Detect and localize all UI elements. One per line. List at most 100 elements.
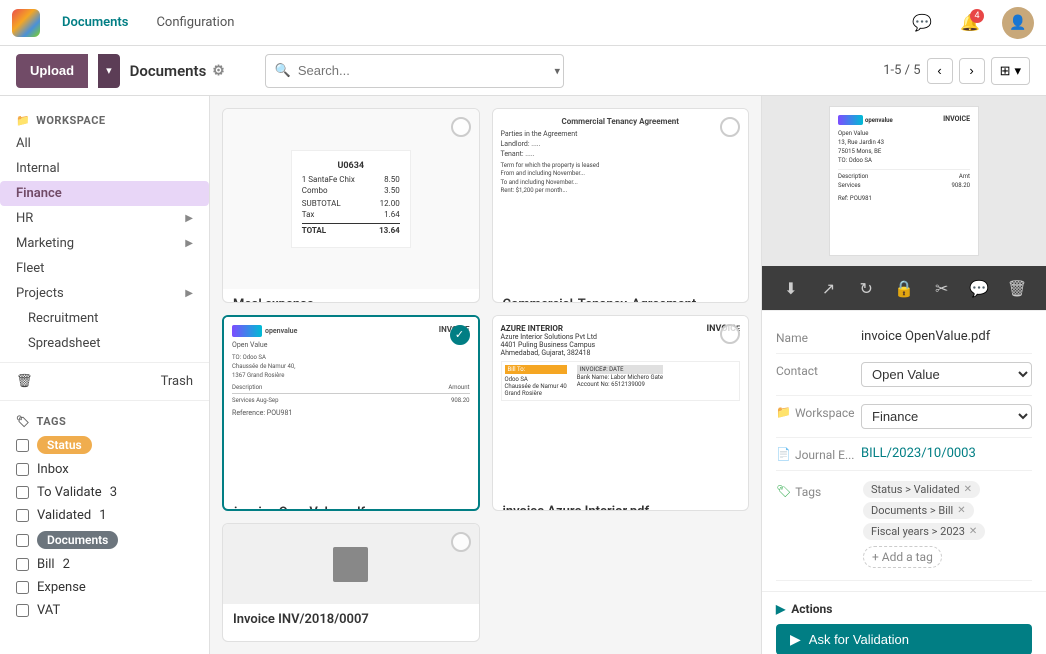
- expense-checkbox[interactable]: [16, 581, 29, 594]
- upload-button[interactable]: Upload: [16, 54, 88, 88]
- documents-tag-item[interactable]: Documents: [0, 527, 209, 553]
- inbox-label: Inbox: [37, 462, 69, 477]
- card1-checkbox[interactable]: [451, 117, 471, 137]
- journal-label: Journal E...: [795, 446, 855, 462]
- search-dropdown-icon[interactable]: ▾: [555, 64, 561, 77]
- app-logo[interactable]: [12, 9, 40, 37]
- doc-thumb-azure: AZURE INTERIOR Azure Interior Solutions …: [493, 316, 749, 496]
- tag-remove-2[interactable]: ✕: [969, 526, 977, 537]
- tag-remove-0[interactable]: ✕: [964, 484, 972, 495]
- tags-header: 🏷 TAGS: [0, 407, 209, 432]
- settings-gear-icon[interactable]: ⚙: [212, 63, 225, 79]
- card3-checkbox[interactable]: ✓: [450, 325, 470, 345]
- journal-row: 📄 Journal E... BILL/2023/10/0003: [776, 438, 1032, 471]
- inbox-checkbox[interactable]: [16, 463, 29, 476]
- validated-checkbox[interactable]: [16, 509, 29, 522]
- main-layout: 📁 WORKSPACE All Internal Finance HR ▶ Ma…: [0, 96, 1046, 654]
- status-checkbox[interactable]: [16, 439, 29, 452]
- tag-remove-1[interactable]: ✕: [957, 505, 965, 516]
- contact-select[interactable]: Open Value: [861, 362, 1032, 387]
- doc-card-tenancy[interactable]: Commercial Tenancy Agreement Parties in …: [492, 108, 750, 303]
- bill-count: 2: [63, 557, 70, 572]
- actions-section: ▶ Actions ▶ Ask for Validation ▶ Move To…: [762, 591, 1046, 654]
- card3-info: invoice OpenValue.pdf Journal Entry: BIL…: [224, 497, 478, 512]
- validated-label: Validated: [37, 508, 91, 523]
- chat-icon-btn[interactable]: 💬: [906, 7, 938, 39]
- vat-checkbox[interactable]: [16, 604, 29, 617]
- share-icon[interactable]: ↗: [815, 274, 843, 302]
- ask-validation-icon: ▶: [790, 631, 801, 648]
- view-toggle-button[interactable]: ⊞ ▾: [991, 57, 1030, 85]
- workspace-select[interactable]: Finance: [861, 404, 1032, 429]
- card1-info: Meal expense Expense ✉ ☆ 👤: [223, 289, 479, 303]
- sidebar-item-marketing[interactable]: Marketing ▶: [0, 231, 209, 256]
- bill-checkbox[interactable]: [16, 558, 29, 571]
- to-validate-tag-item[interactable]: To Validate 3: [0, 481, 209, 504]
- sidebar-item-all[interactable]: All: [0, 131, 209, 156]
- status-tag-item[interactable]: Status: [0, 432, 209, 458]
- inbox-tag-item[interactable]: Inbox: [0, 458, 209, 481]
- play-icon: ▶: [776, 602, 785, 616]
- validated-tag-item[interactable]: Validated 1: [0, 504, 209, 527]
- name-value: invoice OpenValue.pdf: [861, 329, 1032, 344]
- vat-tag-item[interactable]: VAT: [0, 599, 209, 622]
- add-tag-button[interactable]: + Add a tag: [863, 546, 942, 568]
- doc-card-meal-expense[interactable]: U0634 1 SantaFe Chix8.50 Combo3.50 SUBTO…: [222, 108, 480, 303]
- documents-badge: Documents: [37, 531, 118, 549]
- card4-checkbox[interactable]: [720, 324, 740, 344]
- marketing-arrow-icon: ▶: [185, 238, 193, 249]
- doc-card-openvalue[interactable]: openvalue INVOICE Open Value TO: Odoo SA…: [222, 315, 480, 512]
- download-icon[interactable]: ⬇: [777, 274, 805, 302]
- search-icon: 🔍: [275, 63, 291, 78]
- documents-checkbox[interactable]: [16, 534, 29, 547]
- content-area: U0634 1 SantaFe Chix8.50 Combo3.50 SUBTO…: [210, 96, 761, 654]
- sidebar-item-hr[interactable]: HR ▶: [0, 206, 209, 231]
- journal-value[interactable]: BILL/2023/10/0003: [861, 446, 1032, 461]
- doc-thumb-tenancy: Commercial Tenancy Agreement Parties in …: [493, 109, 749, 289]
- to-validate-count: 3: [110, 485, 117, 500]
- doc-thumb-openvalue: openvalue INVOICE Open Value TO: Odoo SA…: [224, 317, 478, 497]
- sidebar-item-trash[interactable]: 🗑 Trash: [0, 369, 209, 394]
- card4-info: invoice Azure Interior.pdf To Validate 🕐…: [493, 496, 749, 512]
- comment-icon[interactable]: 💬: [965, 274, 993, 302]
- expense-label: Expense: [37, 580, 86, 595]
- sidebar-item-fleet[interactable]: Fleet: [0, 256, 209, 281]
- projects-arrow-icon: ▶: [185, 288, 193, 299]
- sidebar-item-spreadsheet[interactable]: Spreadsheet: [0, 331, 209, 356]
- contact-row: Contact Open Value: [776, 354, 1032, 396]
- sidebar-item-finance[interactable]: Finance: [0, 181, 209, 206]
- sidebar-item-projects[interactable]: Projects ▶: [0, 281, 209, 306]
- delete-icon[interactable]: 🗑: [1003, 274, 1031, 302]
- card1-title: Meal expense: [233, 297, 469, 303]
- card2-info: Commercial-Tenancy-Agreement... To Valid…: [493, 289, 749, 303]
- user-avatar[interactable]: 👤: [1002, 7, 1034, 39]
- next-page-button[interactable]: ›: [959, 58, 985, 84]
- upload-arrow-button[interactable]: ▾: [98, 54, 120, 88]
- tags-wrap: Status > Validated ✕ Documents > Bill ✕ …: [861, 479, 1032, 572]
- workspace-header: 📁 WORKSPACE: [0, 106, 209, 131]
- nav-configuration[interactable]: Configuration: [150, 11, 240, 34]
- replace-icon[interactable]: ↻: [852, 274, 880, 302]
- expense-tag-item[interactable]: Expense: [0, 576, 209, 599]
- bill-tag-item[interactable]: Bill 2: [0, 553, 209, 576]
- ask-for-validation-button[interactable]: ▶ Ask for Validation: [776, 624, 1032, 654]
- grid-view-icon: ⊞: [1000, 63, 1011, 79]
- activity-icon-btn[interactable]: 🔔 4: [954, 7, 986, 39]
- doc-thumb-inv2018: [223, 524, 479, 604]
- lock-icon[interactable]: 🔒: [890, 274, 918, 302]
- search-input[interactable]: [265, 54, 564, 88]
- status-badge: Status: [37, 436, 92, 454]
- card5-checkbox[interactable]: [451, 532, 471, 552]
- prev-page-button[interactable]: ‹: [927, 58, 953, 84]
- sidebar: 📁 WORKSPACE All Internal Finance HR ▶ Ma…: [0, 96, 210, 654]
- journal-doc-icon: 📄: [776, 447, 791, 461]
- split-icon[interactable]: ✂: [928, 274, 956, 302]
- nav-documents[interactable]: Documents: [56, 11, 134, 34]
- doc-card-inv2018[interactable]: Invoice INV/2018/0007: [222, 523, 480, 642]
- to-validate-checkbox[interactable]: [16, 486, 29, 499]
- sidebar-item-recruitment[interactable]: Recruitment: [0, 306, 209, 331]
- card2-checkbox[interactable]: [720, 117, 740, 137]
- doc-card-azure[interactable]: AZURE INTERIOR Azure Interior Solutions …: [492, 315, 750, 512]
- sidebar-item-internal[interactable]: Internal: [0, 156, 209, 181]
- actions-title: ▶ Actions: [776, 602, 1032, 616]
